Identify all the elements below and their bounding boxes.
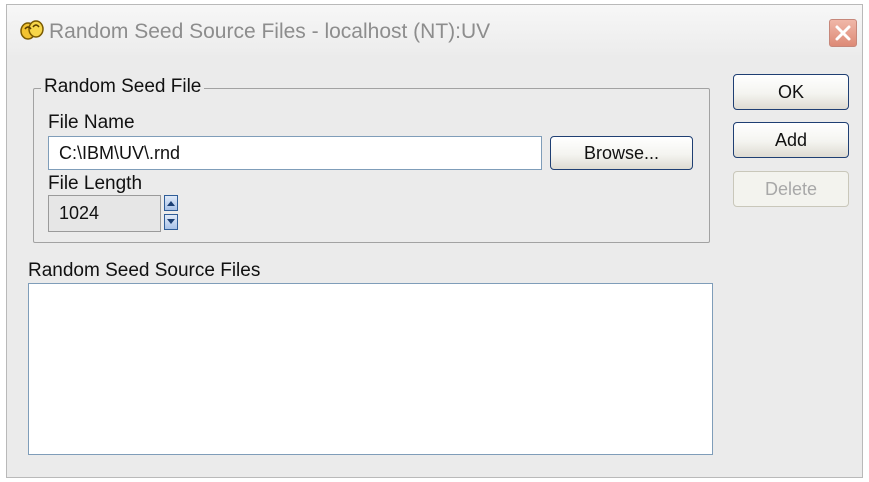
spin-down-button[interactable]: [164, 214, 178, 230]
add-button[interactable]: Add: [733, 122, 849, 158]
delete-button: Delete: [733, 171, 849, 207]
dialog-window: Random Seed Source Files - localhost (NT…: [6, 4, 863, 478]
file-length-input[interactable]: 1024: [48, 195, 161, 232]
title-bar[interactable]: Random Seed Source Files - localhost (NT…: [7, 5, 862, 55]
file-name-label: File Name: [48, 112, 135, 133]
source-files-list[interactable]: [28, 283, 713, 455]
close-button[interactable]: [829, 19, 857, 47]
spin-down-icon: [167, 219, 175, 224]
close-icon: [835, 25, 851, 41]
window-title: Random Seed Source Files - localhost (NT…: [49, 20, 491, 43]
spin-up-icon: [167, 201, 175, 206]
file-length-label: File Length: [48, 173, 143, 194]
spin-up-button[interactable]: [164, 195, 178, 211]
ok-button[interactable]: OK: [733, 74, 849, 110]
file-name-input[interactable]: C:\IBM\UV\.rnd: [48, 136, 542, 170]
app-logo-icon: [19, 19, 45, 41]
random-seed-file-group-label: Random Seed File: [41, 76, 205, 98]
browse-button[interactable]: Browse...: [550, 136, 693, 170]
source-files-label: Random Seed Source Files: [28, 260, 261, 281]
